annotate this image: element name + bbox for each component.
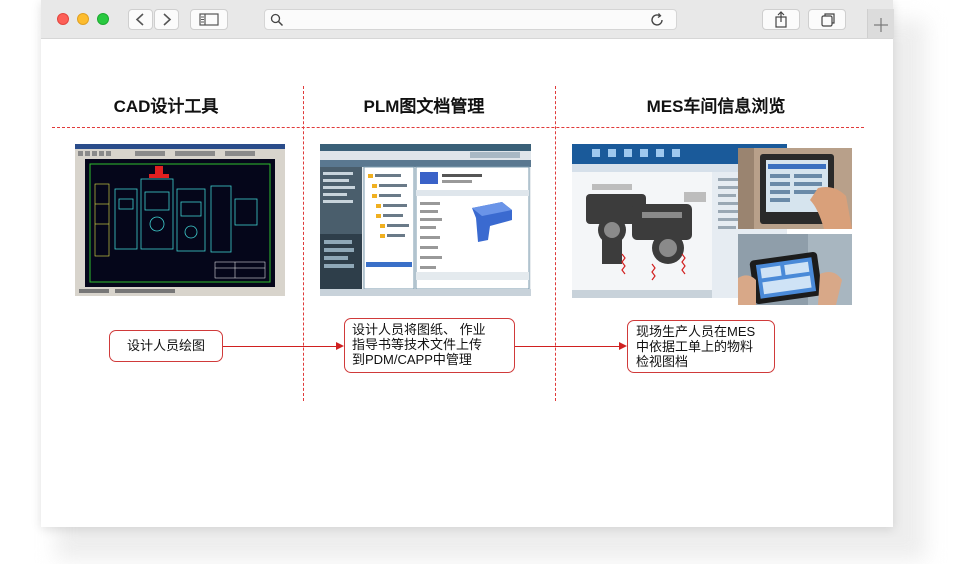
column-divider-1 [303, 86, 304, 401]
sidebar-button[interactable] [190, 9, 228, 30]
plm-note-line-3: 到PDM/CAPP中管理 [352, 352, 472, 367]
cad-note-text: 设计人员绘图 [126, 338, 205, 353]
arrowhead-icon [336, 342, 344, 350]
arrow-plm-to-mes [515, 346, 619, 347]
sidebar-icon [199, 13, 219, 26]
tablet-photo [738, 234, 852, 305]
minimize-button[interactable] [77, 13, 89, 25]
chevron-right-icon [163, 13, 172, 26]
browser-toolbar [41, 0, 894, 39]
column-title-mes: MES车间信息浏览 [646, 97, 786, 116]
arrow-cad-to-plm [223, 346, 336, 347]
mes-note: 现场生产人员在MES 中依据工单上的物料 检视图档 [627, 320, 775, 373]
search-icon [270, 13, 284, 27]
column-divider-2 [555, 86, 556, 401]
plm-note: 设计人员将图纸、 作业 指导书等技术文件上传 到PDM/CAPP中管理 [344, 318, 515, 373]
forward-button[interactable] [154, 9, 179, 30]
plus-icon [874, 18, 888, 32]
share-icon [775, 11, 787, 28]
reload-icon[interactable] [649, 12, 665, 28]
mes-note-line-3: 检视图档 [636, 354, 689, 369]
plm-note-line-1: 设计人员将图纸、 作业 [352, 322, 486, 337]
mes-note-line-1: 现场生产人员在MES [636, 324, 756, 339]
touch-terminal-photo [738, 148, 852, 229]
share-button[interactable] [762, 9, 800, 30]
arrowhead-icon [619, 342, 627, 350]
close-button[interactable] [57, 13, 69, 25]
tabs-overview-button[interactable] [808, 9, 846, 30]
column-title-cad: CAD设计工具 [113, 97, 219, 116]
cad-note: 设计人员绘图 [109, 330, 223, 362]
tabs-icon [821, 13, 835, 27]
zoom-button[interactable] [97, 13, 109, 25]
plm-note-line-2: 指导书等技术文件上传 [352, 337, 483, 352]
plm-screenshot [320, 144, 531, 296]
page-content: CAD设计工具 PLM图文档管理 MES车间信息浏览 设计人员绘图 设计人员将图… [41, 38, 893, 527]
new-tab-button[interactable] [867, 9, 894, 38]
mes-note-line-2: 中依据工单上的物料 [636, 339, 754, 354]
chevron-left-icon [135, 13, 144, 26]
address-bar[interactable] [264, 9, 677, 30]
back-button[interactable] [128, 9, 153, 30]
column-title-plm: PLM图文档管理 [363, 97, 485, 116]
cad-screenshot [75, 144, 285, 296]
browser-window: CAD设计工具 PLM图文档管理 MES车间信息浏览 设计人员绘图 设计人员将图… [41, 0, 894, 527]
header-divider [52, 127, 864, 128]
